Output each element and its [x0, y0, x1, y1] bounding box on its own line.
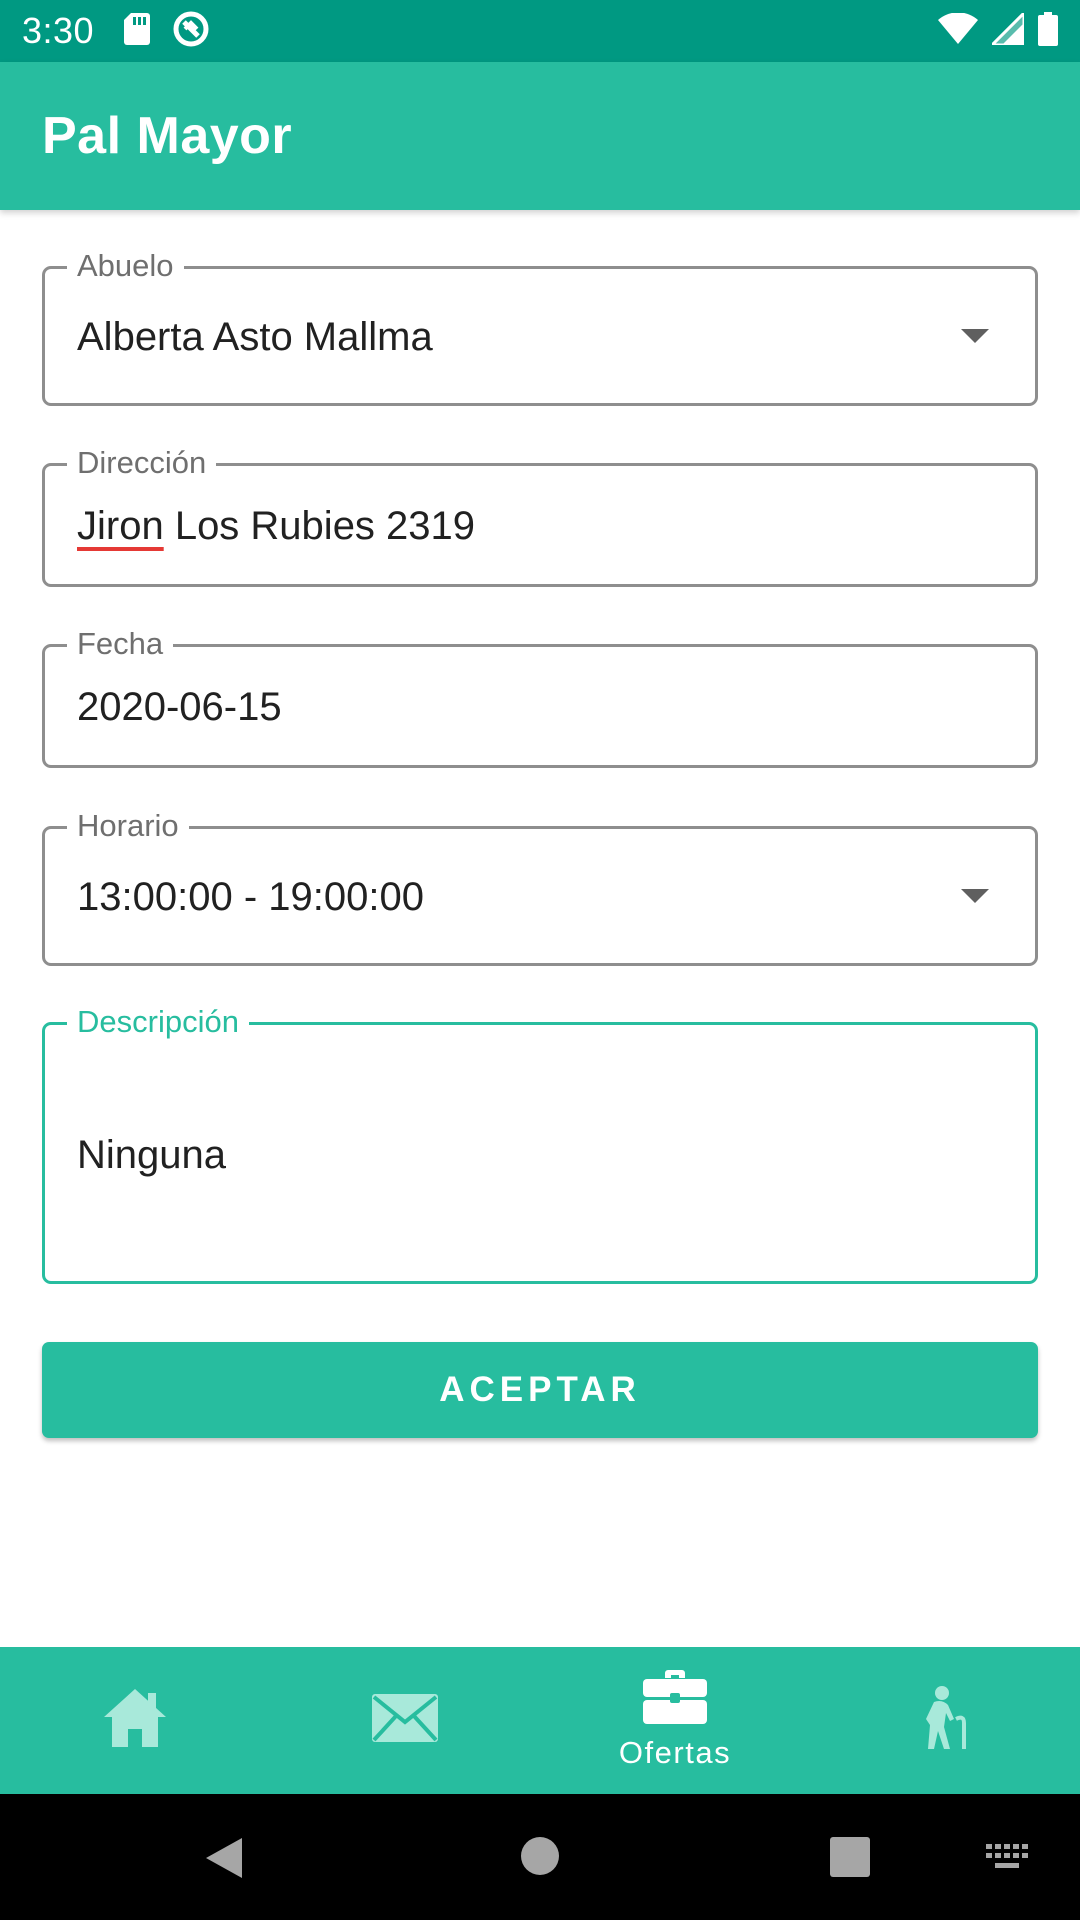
direccion-value-rest: Los Rubies 2319: [163, 504, 476, 548]
spellcheck-word: Jiron: [77, 504, 164, 548]
descripcion-label: Descripción: [67, 1003, 249, 1041]
accept-button[interactable]: ACEPTAR: [42, 1342, 1038, 1438]
nav-item-elderly[interactable]: [810, 1647, 1080, 1794]
briefcase-icon: [643, 1670, 707, 1729]
app-title: Pal Mayor: [42, 107, 293, 165]
wifi-icon: [938, 11, 978, 50]
direccion-field[interactable]: Dirección Jiron Los Rubies 2319: [42, 444, 1038, 587]
nav-item-home[interactable]: [0, 1647, 270, 1794]
recents-icon[interactable]: [830, 1837, 870, 1882]
direccion-label: Dirección: [67, 444, 217, 482]
status-bar: 3:30: [0, 0, 1080, 62]
status-time: 3:30: [22, 10, 95, 51]
sd-card-icon: [124, 12, 151, 50]
app-bar: Pal Mayor: [0, 62, 1080, 210]
bottom-navigation: Ofertas: [0, 1647, 1080, 1794]
battery-icon: [1038, 11, 1058, 51]
fecha-value: 2020-06-15: [77, 685, 282, 729]
screen: 3:30 Pal Mayor Abuelo Alberta Asto Mallm…: [0, 0, 1080, 1920]
system-navigation-bar: [0, 1794, 1080, 1920]
horario-value: 13:00:00 - 19:00:00: [77, 875, 424, 919]
nav-item-ofertas[interactable]: Ofertas: [540, 1647, 810, 1794]
sync-disabled-icon: [172, 10, 210, 53]
fecha-field[interactable]: Fecha 2020-06-15: [42, 625, 1038, 768]
keyboard-icon[interactable]: [986, 1844, 1030, 1875]
back-icon[interactable]: [204, 1836, 244, 1885]
direccion-value: Jiron Los Rubies 2319: [77, 504, 475, 549]
horario-label: Horario: [67, 807, 189, 845]
mail-icon: [372, 1694, 438, 1747]
abuelo-value: Alberta Asto Mallma: [77, 315, 433, 359]
elderly-icon: [920, 1685, 970, 1756]
abuelo-label: Abuelo: [67, 247, 184, 285]
fecha-label: Fecha: [67, 625, 174, 663]
status-right-icons: [938, 8, 1058, 51]
status-left-icons: [124, 10, 210, 53]
abuelo-dropdown[interactable]: Abuelo Alberta Asto Mallma: [42, 247, 1038, 406]
dropdown-arrow-icon[interactable]: [961, 329, 989, 343]
dropdown-arrow-icon[interactable]: [961, 889, 989, 903]
nav-item-messages[interactable]: [270, 1647, 540, 1794]
horario-dropdown[interactable]: Horario 13:00:00 - 19:00:00: [42, 807, 1038, 966]
descripcion-field[interactable]: Descripción Ninguna: [42, 1003, 1038, 1284]
home-circle-icon[interactable]: [521, 1837, 559, 1880]
descripcion-value: Ninguna: [77, 1133, 227, 1177]
nav-label-ofertas: Ofertas: [618, 1735, 732, 1770]
cell-signal-icon: [988, 8, 1026, 50]
home-icon: [102, 1687, 168, 1754]
